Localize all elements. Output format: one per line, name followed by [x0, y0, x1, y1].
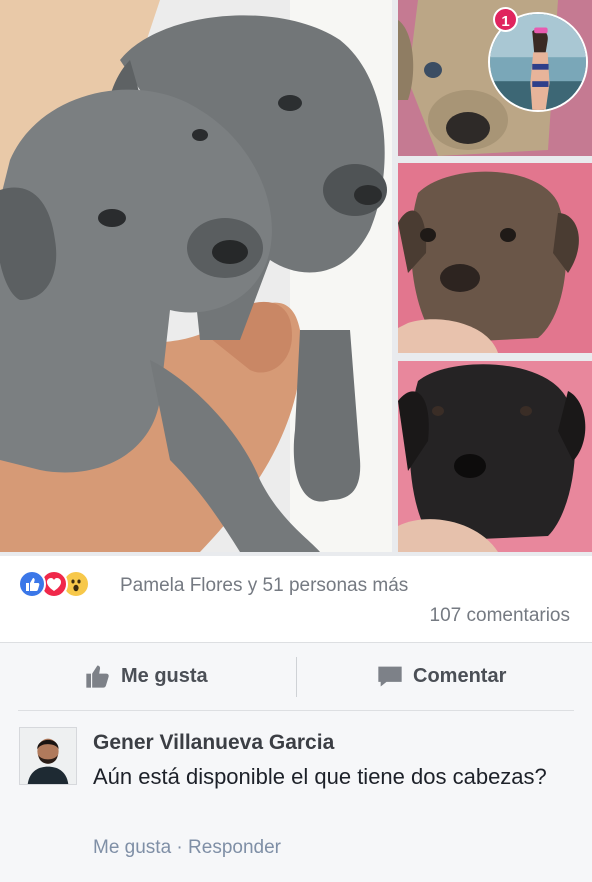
like-button-label: Me gusta	[121, 664, 208, 687]
comment-author[interactable]: Gener Villanueva Garcia	[93, 731, 334, 755]
avatar[interactable]	[19, 727, 77, 785]
reaction-icons[interactable]	[18, 570, 110, 600]
comment-text: Aún está disponible el que tiene dos cab…	[93, 764, 547, 789]
notification-badge: 1	[493, 7, 518, 32]
comment-button[interactable]: Comentar	[376, 643, 506, 709]
thumb-photo-3[interactable]	[398, 361, 592, 552]
like-button[interactable]: Me gusta	[84, 643, 208, 709]
comment-reply-link[interactable]: Responder	[188, 837, 281, 858]
thumbs-up-icon	[86, 665, 109, 688]
comment-links-separator: ·	[171, 837, 189, 858]
speech-bubble-icon	[378, 666, 402, 687]
comment-like-link[interactable]: Me gusta	[93, 837, 171, 858]
comments-count[interactable]: 107 comentarios	[430, 605, 570, 627]
post-photo-grid: 1	[0, 0, 592, 556]
comment-actions: Me gusta · Responder	[93, 837, 281, 859]
main-photo[interactable]	[0, 0, 392, 552]
reactions-summary: Pamela Flores y 51 personas más 107 come…	[0, 556, 592, 642]
section-divider	[18, 710, 574, 711]
action-bar: Me gusta Comentar	[0, 643, 592, 709]
thumb-photo-2[interactable]	[398, 163, 592, 353]
like-icon	[18, 570, 46, 598]
comment-button-label: Comentar	[413, 664, 507, 687]
reactions-summary-text[interactable]: Pamela Flores y 51 personas más	[120, 575, 408, 597]
post-actions-area: Me gusta Comentar Gener Villanueva Garci…	[0, 642, 592, 882]
action-divider	[296, 657, 297, 697]
